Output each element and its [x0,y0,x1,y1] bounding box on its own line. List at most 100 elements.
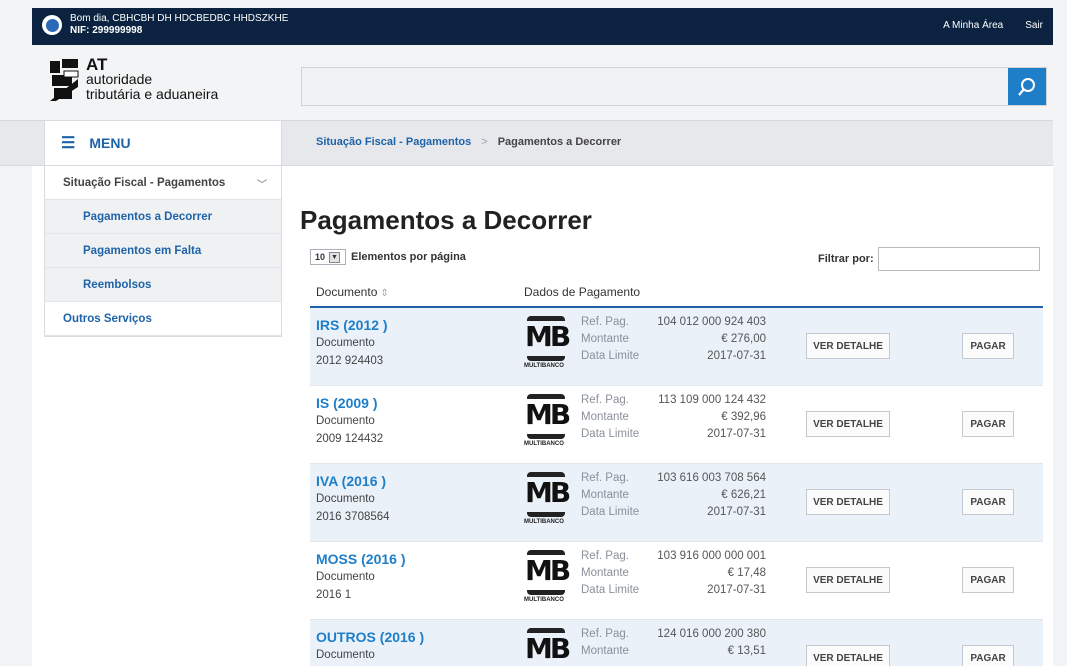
mb-word: MULTIBANCO [524,597,564,603]
chevron-down-icon: ▼ [329,251,341,263]
column-header-documento[interactable]: Documento ⇕ [316,285,389,299]
per-page-select[interactable]: 10 ▼ [310,249,346,265]
ref-value: 113 109 000 124 432 [658,394,766,406]
search-input[interactable] [301,67,1047,106]
ref-value: 103 916 000 000 001 [657,550,766,562]
sidebar-item-label: Situação Fiscal - Pagamentos [63,176,226,189]
multibanco-logo: MB MULTIBANCO [524,316,572,372]
document-number: 2016 1 [316,589,352,601]
filter-input[interactable] [877,247,1040,271]
menu-toggle[interactable]: ☰ MENU [44,120,282,166]
logo-line3: tributária e aduaneira [86,86,219,102]
sort-icon: ⇕ [380,288,389,299]
breadcrumb-separator: > [481,136,488,148]
greeting-text: Bom dia, CBHCBH DH HDCBEDBC HHDSZKHE [70,13,289,24]
amount-value: € 276,00 [721,333,766,345]
menu-label: MENU [89,135,131,151]
ref-label: Ref. Pag. [581,316,629,328]
view-detail-button[interactable]: VER DETALHE [806,411,890,437]
breadcrumb-current: Pagamentos a Decorrer [497,136,622,148]
date-value: 2017-07-31 [707,506,766,518]
date-value: 2017-07-31 [707,584,766,596]
sidebar-item-outros-servicos[interactable]: Outros Serviços [45,302,281,336]
document-name-link[interactable]: OUTROS (2016 ) [316,628,424,646]
chevron-down-icon: ﹀ [257,180,267,191]
pay-button[interactable]: PAGAR [962,645,1014,666]
sidebar-item-situacao-fiscal[interactable]: Situação Fiscal - Pagamentos ﹀ [45,166,281,200]
logout-link[interactable]: Sair [1025,20,1043,31]
payment-data: Ref. Pag. 103 616 003 708 564 Montante € 62… [581,470,766,521]
document-label: Documento [316,415,375,427]
mb-letters: MB [525,320,571,353]
mb-letters: MB [525,554,571,587]
document-cell: OUTROS (2016 ) Documento [316,628,424,664]
view-detail-button[interactable]: VER DETALHE [806,567,890,593]
payment-data: Ref. Pag. 103 916 000 000 001 Montante € 17… [581,548,766,599]
date-value: 2017-07-31 [707,350,766,362]
mb-word: MULTIBANCO [524,363,564,369]
per-page-value: 10 [315,252,326,262]
document-label: Documento [316,493,375,505]
mb-letters: MB [525,476,571,509]
at-logo[interactable]: AT autoridade tributária e aduaneira [48,56,219,103]
pay-button[interactable]: PAGAR [962,489,1014,515]
per-page-label: Elementos por página [351,251,466,263]
logo-line2: autoridade [86,71,153,87]
document-cell: IRS (2012 ) Documento 2012 924403 [316,316,388,370]
column-header-dados-pagamento: Dados de Pagamento [524,285,641,299]
document-name-link[interactable]: IS (2009 ) [316,394,383,412]
document-name-link[interactable]: IVA (2016 ) [316,472,390,490]
sidebar-item-reembolsos[interactable]: Reembolsos [45,268,281,302]
document-number: 2009 124432 [316,433,384,445]
ref-value: 124 016 000 200 380 [657,628,766,640]
user-avatar-icon [42,15,62,35]
document-cell: MOSS (2016 ) Documento 2016 1 [316,550,405,604]
my-area-link[interactable]: A Minha Área [943,20,1003,31]
sidebar-item-label: Pagamentos em Falta [83,244,202,257]
document-cell: IVA (2016 ) Documento 2016 3708564 [316,472,390,526]
table-row: IVA (2016 ) Documento 2016 3708564 MB MULTIB… [310,464,1043,542]
nif-text: NIF: 299999998 [70,25,143,36]
top-bar: Bom dia, CBHCBH DH HDCBEDBC HHDSZKHE NIF… [32,8,1053,45]
pay-button[interactable]: PAGAR [962,333,1014,359]
filter-label: Filtrar por: [818,253,874,265]
amount-value: € 392,96 [721,411,766,423]
breadcrumb: Situação Fiscal - Pagamentos > Pagamento… [316,136,621,148]
document-cell: IS (2009 ) Documento 2009 124432 [316,394,383,448]
mb-word: MULTIBANCO [524,441,564,447]
multibanco-logo: MBMULTIBANCO [524,394,572,450]
ref-label: Ref. Pag. [581,628,629,640]
view-detail-button[interactable]: VER DETALHE [806,645,890,666]
amount-value: € 626,21 [721,489,766,501]
pay-button[interactable]: PAGAR [962,567,1014,593]
view-detail-button[interactable]: VER DETALHE [806,333,890,359]
view-detail-button[interactable]: VER DETALHE [806,489,890,515]
date-label: Data Limite [581,506,640,518]
breadcrumb-parent[interactable]: Situação Fiscal - Pagamentos [316,136,471,148]
mb-letters: MB [525,632,571,665]
multibanco-logo: MBMULTIBANCO [524,628,572,666]
amount-label: Montante [581,567,629,579]
table-row: IS (2009 ) Documento 2009 124432 MB MULTIBAN… [310,386,1043,464]
hamburger-icon: ☰ [61,135,76,152]
multibanco-logo: MB MULTIBANCO [524,550,572,606]
amount-label: Montante [581,411,629,423]
document-name-link[interactable]: MOSS (2016 ) [316,550,405,568]
sidebar-item-pagamentos-falta[interactable]: Pagamentos em Falta [45,234,281,268]
date-label: Data Limite [581,584,640,596]
sidebar-item-pagamentos-decorrer[interactable]: Pagamentos a Decorrer [45,200,281,234]
multibanco-logo: MB MULTIBANCO [524,472,572,528]
payment-data: Ref. Pag. 124 016 000 200 380 Montante € 13… [581,626,766,660]
amount-value: € 13,51 [727,645,766,657]
table-header: Documento ⇕ Dados de Pagamento [310,278,1043,308]
search-button[interactable] [1008,68,1046,105]
mb-word: MULTIBANCO [524,519,564,525]
table-row: IRS (2012 ) Documento 2012 924403 MB MULTIBA… [310,308,1043,386]
amount-label: Montante [581,333,629,345]
user-greeting: Bom dia, CBHCBH DH HDCBEDBC HHDSZKHE NIF… [42,13,288,37]
pay-button[interactable]: PAGAR [962,411,1014,437]
sidebar-item-label: Outros Serviços [63,312,152,325]
document-name-link[interactable]: IRS (2012 ) [316,316,388,334]
document-label: Documento [316,649,375,661]
date-label: Data Limite [581,428,640,440]
